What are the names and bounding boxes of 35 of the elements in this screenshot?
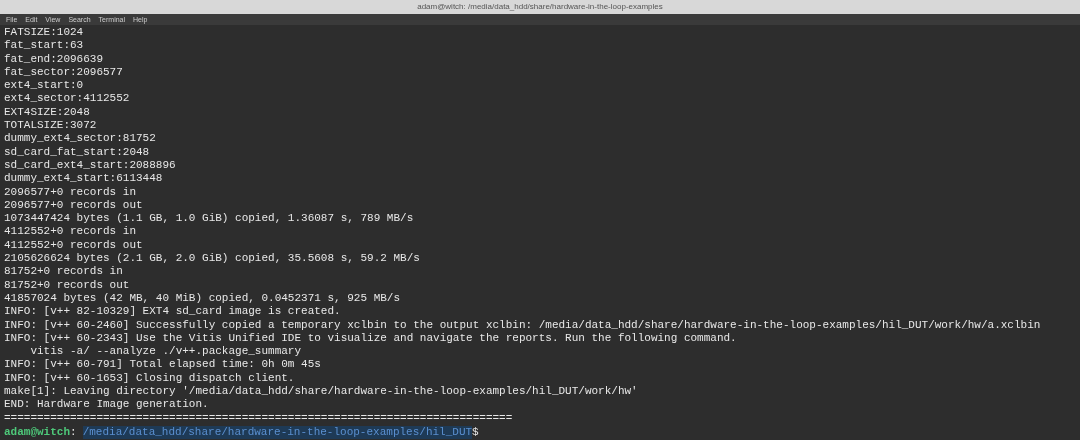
prompt-user: adam@witch	[4, 425, 70, 440]
output-line: INFO: [v++ 60-1653] Closing dispatch client.	[4, 371, 295, 385]
output-line: 1073447424 bytes (1.1 GB, 1.0 GiB) copied, 1.36087 s, 789 MB/s	[4, 212, 414, 226]
output-line: 41857024 bytes (42 MB, 40 MiB) copied, 0.0452371 s, 925 MB/s	[4, 291, 401, 306]
output-line: FATSIZE:1024	[4, 26, 84, 40]
output-line: 81752+0 records out	[4, 278, 130, 292]
output-line: 4112552+0 records in	[4, 225, 137, 239]
output-line: vitis -a/ --analyze ./v++.package_summary	[29, 345, 302, 359]
output-line: INFO: [v++ 82-10329] EXT4 sd_card image is created.	[4, 305, 341, 319]
output-line: EXT4SIZE:2048	[4, 105, 90, 120]
prompt-path: /media/data_hdd/share/hardware-in-the-loop-examples/hil_DUT	[82, 425, 473, 440]
output-line: dummy_ext4_sector:81752	[4, 132, 156, 146]
output-line: TOTALSIZE:3072	[4, 119, 97, 133]
output-line: dummy_ext4_start:6113448	[4, 172, 163, 186]
output-line: INFO: [v++ 60-2460] Successfully copied a temporary xclbin to the output xclbin: /media/data_hdd/share/hardware-in-the-loop-examples/hil_DUT/work/hw/a.xclbin	[4, 318, 1041, 332]
output-line: INFO: [v++ 60-791] Total elapsed time: 0h 0m 45s	[4, 358, 321, 372]
output-line: INFO: [v++ 60-2343] Use the Vitis Unified IDE to visualize and navigate the reports. Run the following command.	[4, 331, 737, 346]
output-line: 81752+0 records in	[4, 265, 123, 279]
output-line: 2105626624 bytes (2.1 GB, 2.0 GiB) copied, 35.5608 s, 59.2 MB/s	[4, 252, 420, 266]
output-line: fat_start:63	[4, 39, 84, 53]
output-line: 2096577+0 records out	[4, 198, 143, 213]
output-line: fat_sector:2096577	[4, 65, 123, 80]
prompt-symbol: $	[472, 425, 479, 440]
output-line: sd_card_ext4_start:2088896	[4, 158, 176, 173]
output-line: 4112552+0 records out	[4, 238, 143, 253]
prompt-separator: :	[70, 425, 77, 440]
output-line: sd_card_fat_start:2048	[4, 145, 150, 159]
output-line: ext4_start:0	[4, 79, 84, 93]
output-line: =============================================================================	[4, 411, 513, 425]
output-line: ext4_sector:4112552	[4, 92, 130, 106]
output-line: 2096577+0 records in	[4, 185, 137, 199]
window-title: adam@witch: /media/data_hdd/share/hardware-in-the-loop-examples	[417, 3, 663, 11]
output-line: END: Hardware Image generation.	[4, 398, 209, 412]
output-line: fat_end:2096639	[4, 52, 104, 66]
output-line: make[1]: Leaving directory '/media/data_hdd/share/hardware-in-the-loop-examples/hil_DUT/work/hw'	[4, 385, 638, 399]
